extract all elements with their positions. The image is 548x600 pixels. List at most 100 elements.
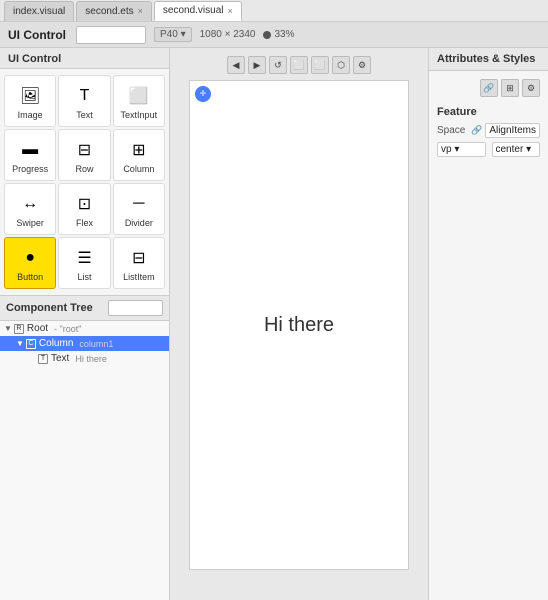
tree-arrow-icon: ▼ xyxy=(16,339,24,348)
comp-item-listitem[interactable]: ⊟ ListItem xyxy=(113,237,165,289)
frame-button[interactable]: ⬜ xyxy=(290,56,308,74)
comp-icon-text: T xyxy=(70,84,98,108)
comp-item-swiper[interactable]: ↔ Swiper xyxy=(4,183,56,235)
tab-second-visual-close[interactable]: × xyxy=(228,6,233,16)
comp-item-row[interactable]: ⊟ Row xyxy=(58,129,110,181)
tab-index-visual-label: index.visual xyxy=(13,6,65,17)
settings-button[interactable]: ⚙ xyxy=(353,56,371,74)
comp-label-list: List xyxy=(77,272,91,282)
attributes-title: Attributes & Styles xyxy=(429,48,548,71)
tree-title: Component Tree xyxy=(6,302,93,314)
right-toolbar: 🔗 ⊞ ⚙ xyxy=(429,71,548,101)
tree-row-text-2[interactable]: T Text Hi there xyxy=(0,351,169,366)
comp-item-button[interactable]: ● Button xyxy=(4,237,56,289)
tree-node-tag: - "root" xyxy=(54,324,81,334)
link-tool-button[interactable]: 🔗 xyxy=(480,79,498,97)
comp-label-flex: Flex xyxy=(76,218,93,228)
tree-header: Component Tree xyxy=(0,296,169,321)
component-tree: Component Tree ▼ R Root - "root" ▼ C Col… xyxy=(0,296,169,600)
title-search-input[interactable] xyxy=(76,26,146,44)
tab-second-visual-label: second.visual xyxy=(163,5,224,16)
tab-second-ets-label: second.ets xyxy=(85,6,133,17)
comp-item-flex[interactable]: ⊡ Flex xyxy=(58,183,110,235)
comp-item-image[interactable]: 🖼 Image xyxy=(4,75,56,127)
comp-item-progress[interactable]: ▬ Progress xyxy=(4,129,56,181)
left-panel: UI Control 🖼 Image T Text ⬜ TextInput ▬ … xyxy=(0,48,170,600)
tree-arrow-icon: ▼ xyxy=(4,324,12,333)
comp-label-row: Row xyxy=(75,164,93,174)
title-bar: UI Control P40 ▾ 1080 × 2340 33% xyxy=(0,22,548,48)
space-label: Space xyxy=(437,125,468,136)
tab-index-visual[interactable]: index.visual xyxy=(4,1,74,21)
tree-icon-root: R xyxy=(14,324,24,334)
comp-icon-column: ⊞ xyxy=(125,138,153,162)
tab-bar: index.visual second.ets × second.visual … xyxy=(0,0,548,22)
tree-search-input[interactable] xyxy=(108,300,163,316)
vp-selector[interactable]: vp ▾ xyxy=(437,142,486,157)
comp-label-text: Text xyxy=(76,110,93,120)
tree-node-name: Text xyxy=(51,353,69,364)
comp-icon-flex: ⊡ xyxy=(70,192,98,216)
comp-item-textinput[interactable]: ⬜ TextInput xyxy=(113,75,165,127)
comp-item-text[interactable]: T Text xyxy=(58,75,110,127)
chain-icon[interactable]: 🔗 xyxy=(471,125,482,136)
phone-frame: ✛ Hi there xyxy=(189,80,409,570)
tab-second-ets[interactable]: second.ets × xyxy=(76,1,152,21)
comp-item-column[interactable]: ⊞ Column xyxy=(113,129,165,181)
comp-label-progress: Progress xyxy=(12,164,48,174)
tab-second-visual[interactable]: second.visual × xyxy=(154,1,242,21)
center-selector[interactable]: center ▾ xyxy=(492,142,541,157)
canvas-area: ◀ ▶ ↺ ⬜ ⬜ ⬡ ⚙ ✛ Hi there xyxy=(170,48,428,600)
canvas-content: Hi there xyxy=(190,81,408,569)
tree-node-tag: column1 xyxy=(79,339,113,349)
vp-row: vp ▾ center ▾ xyxy=(437,142,540,157)
hex-button[interactable]: ⬡ xyxy=(332,56,350,74)
grid-tool-button[interactable]: ⊞ xyxy=(501,79,519,97)
component-grid: 🖼 Image T Text ⬜ TextInput ▬ Progress ⊟ … xyxy=(0,69,169,295)
zoom-dot-icon xyxy=(263,31,271,39)
gear-tool-button[interactable]: ⚙ xyxy=(522,79,540,97)
comp-label-column: Column xyxy=(123,164,154,174)
comp-icon-row: ⊟ xyxy=(70,138,98,162)
resolution-label: 1080 × 2340 xyxy=(200,29,256,40)
tree-icon-text: T xyxy=(38,354,48,364)
tree-row-column-1[interactable]: ▼ C Column column1 xyxy=(0,336,169,351)
space-row: Space 🔗 AlignItems xyxy=(437,123,540,138)
comp-item-list[interactable]: ☰ List xyxy=(58,237,110,289)
ui-control-title: UI Control xyxy=(0,48,169,69)
comp-label-listitem: ListItem xyxy=(123,272,155,282)
comp-icon-textinput: ⬜ xyxy=(125,84,153,108)
comp-label-button: Button xyxy=(17,272,43,282)
tree-row-root-0[interactable]: ▼ R Root - "root" xyxy=(0,321,169,336)
comp-label-image: Image xyxy=(18,110,43,120)
move-handle[interactable]: ✛ xyxy=(195,86,211,102)
comp-label-textinput: TextInput xyxy=(121,110,158,120)
feature-section: Feature Space 🔗 AlignItems vp ▾ center ▾ xyxy=(429,101,548,166)
move-arrows-icon: ✛ xyxy=(200,90,207,98)
tab-second-ets-close[interactable]: × xyxy=(138,6,143,16)
comp-icon-divider: ─ xyxy=(125,192,153,216)
comp-icon-listitem: ⊟ xyxy=(125,246,153,270)
redo-button[interactable]: ▶ xyxy=(248,56,266,74)
comp-item-divider[interactable]: ─ Divider xyxy=(113,183,165,235)
comp-label-swiper: Swiper xyxy=(16,218,44,228)
undo-button[interactable]: ◀ xyxy=(227,56,245,74)
right-panel: Attributes & Styles 🔗 ⊞ ⚙ Feature Space … xyxy=(428,48,548,600)
device-selector[interactable]: P40 ▾ xyxy=(154,27,192,42)
app-title: UI Control xyxy=(8,28,66,42)
zoom-label: 33% xyxy=(274,29,294,40)
comp-icon-progress: ▬ xyxy=(16,138,44,162)
layout-button[interactable]: ⬜ xyxy=(311,56,329,74)
tree-node-name: Root xyxy=(27,323,48,334)
tree-node-tag: Hi there xyxy=(75,354,107,364)
canvas-toolbar: ◀ ▶ ↺ ⬜ ⬜ ⬡ ⚙ xyxy=(227,56,371,74)
canvas-text: Hi there xyxy=(264,314,334,337)
zoom-control: 33% xyxy=(263,29,294,40)
tree-icon-column: C xyxy=(26,339,36,349)
comp-icon-list: ☰ xyxy=(70,246,98,270)
main-layout: UI Control 🖼 Image T Text ⬜ TextInput ▬ … xyxy=(0,48,548,600)
refresh-button[interactable]: ↺ xyxy=(269,56,287,74)
comp-icon-image: 🖼 xyxy=(16,84,44,108)
comp-icon-button: ● xyxy=(16,246,44,270)
align-items-value[interactable]: AlignItems xyxy=(485,123,540,138)
